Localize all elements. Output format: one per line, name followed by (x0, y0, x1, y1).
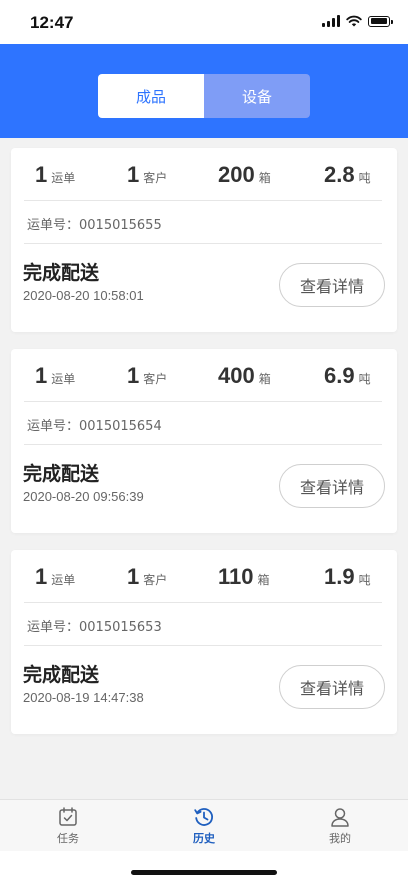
customers-unit: 客户 (143, 171, 168, 185)
customers-count: 1 (127, 162, 140, 187)
order-stats: 1 运单 1 客户 110 箱 1.9 吨 (11, 550, 397, 602)
boxes-unit: 箱 (258, 171, 271, 185)
stat-customers: 1 客户 (127, 564, 167, 590)
shipments-unit: 运单 (51, 171, 76, 185)
shipments-count: 1 (35, 363, 48, 388)
weight-value: 1.9 (324, 564, 355, 589)
order-card: 1 运单 1 客户 400 箱 6.9 吨 运单号：0015015654 完成配送 20… (11, 349, 397, 533)
stat-shipments: 1 运单 (35, 162, 75, 188)
view-details-button[interactable]: 查看详情 (279, 263, 385, 307)
segmented-control: 成品 设备 (98, 74, 310, 118)
order-number: 运单号：0015015654 (27, 419, 162, 434)
order-stats: 1 运单 1 客户 400 箱 6.9 吨 (11, 349, 397, 401)
delivery-time: 2020-08-19 14:47:38 (23, 690, 144, 705)
boxes-count: 400 (218, 363, 255, 388)
bottom-tab-bar: 任务 历史 我的 (0, 799, 408, 852)
shipments-count: 1 (35, 564, 48, 589)
order-card: 1 运单 1 客户 110 箱 1.9 吨 运单号：0015015653 完成配送 20… (11, 550, 397, 734)
boxes-unit: 箱 (258, 372, 271, 386)
status-time: 12:47 (30, 13, 74, 32)
delivery-status: 完成配送 (23, 262, 100, 284)
calendar-check-icon (59, 807, 77, 826)
order-number: 运单号：0015015655 (27, 218, 162, 233)
stat-weight: 2.8 吨 (324, 162, 371, 188)
battery-icon (368, 15, 393, 27)
segment-finished-goods[interactable]: 成品 (98, 74, 204, 118)
view-details-button[interactable]: 查看详情 (279, 464, 385, 508)
divider (24, 645, 382, 646)
home-indicator[interactable] (131, 870, 277, 875)
tab-label: 历史 (193, 832, 215, 845)
status-bar: 12:47 (0, 0, 408, 44)
customers-count: 1 (127, 363, 140, 388)
stat-boxes: 200 箱 (218, 162, 271, 188)
boxes-unit: 箱 (257, 573, 270, 587)
header: 成品 设备 (0, 44, 408, 138)
boxes-count: 200 (218, 162, 255, 187)
order-stats: 1 运单 1 客户 200 箱 2.8 吨 (11, 148, 397, 200)
home-indicator-area (0, 851, 408, 883)
weight-unit: 吨 (358, 573, 371, 587)
weight-value: 6.9 (324, 363, 355, 388)
divider (24, 444, 382, 445)
tab-profile[interactable]: 我的 (310, 806, 370, 846)
order-card: 1 运单 1 客户 200 箱 2.8 吨 运单号：0015015655 完成配送 20… (11, 148, 397, 332)
customers-count: 1 (127, 564, 140, 589)
tab-tasks[interactable]: 任务 (38, 806, 98, 846)
shipments-unit: 运单 (51, 573, 76, 587)
stat-customers: 1 客户 (127, 363, 167, 389)
divider (24, 243, 382, 244)
delivery-time: 2020-08-20 10:58:01 (23, 288, 144, 303)
weight-unit: 吨 (358, 372, 371, 386)
history-clock-icon (194, 808, 214, 826)
stat-shipments: 1 运单 (35, 564, 75, 590)
order-number: 运单号：0015015653 (27, 620, 162, 635)
tab-history[interactable]: 历史 (174, 806, 234, 846)
divider (24, 602, 382, 603)
wifi-icon (346, 15, 362, 27)
view-details-button[interactable]: 查看详情 (279, 665, 385, 709)
delivery-time: 2020-08-20 09:56:39 (23, 489, 144, 504)
stat-shipments: 1 运单 (35, 363, 75, 389)
tab-label: 我的 (329, 832, 351, 845)
weight-unit: 吨 (358, 171, 371, 185)
customers-unit: 客户 (143, 573, 168, 587)
stat-weight: 6.9 吨 (324, 363, 371, 389)
tab-label: 任务 (57, 832, 79, 845)
divider (24, 200, 382, 201)
stat-weight: 1.9 吨 (324, 564, 371, 590)
shipments-unit: 运单 (51, 372, 76, 386)
cellular-signal-icon (322, 15, 340, 27)
delivery-status: 完成配送 (23, 664, 100, 686)
delivery-status: 完成配送 (23, 463, 100, 485)
status-icons (322, 15, 393, 27)
weight-value: 2.8 (324, 162, 355, 187)
divider (24, 401, 382, 402)
user-icon (331, 808, 349, 827)
stat-boxes: 110 箱 (218, 564, 270, 590)
boxes-count: 110 (218, 564, 254, 589)
shipments-count: 1 (35, 162, 48, 187)
stat-customers: 1 客户 (127, 162, 167, 188)
customers-unit: 客户 (143, 372, 168, 386)
stat-boxes: 400 箱 (218, 363, 271, 389)
segment-equipment[interactable]: 设备 (204, 74, 310, 118)
